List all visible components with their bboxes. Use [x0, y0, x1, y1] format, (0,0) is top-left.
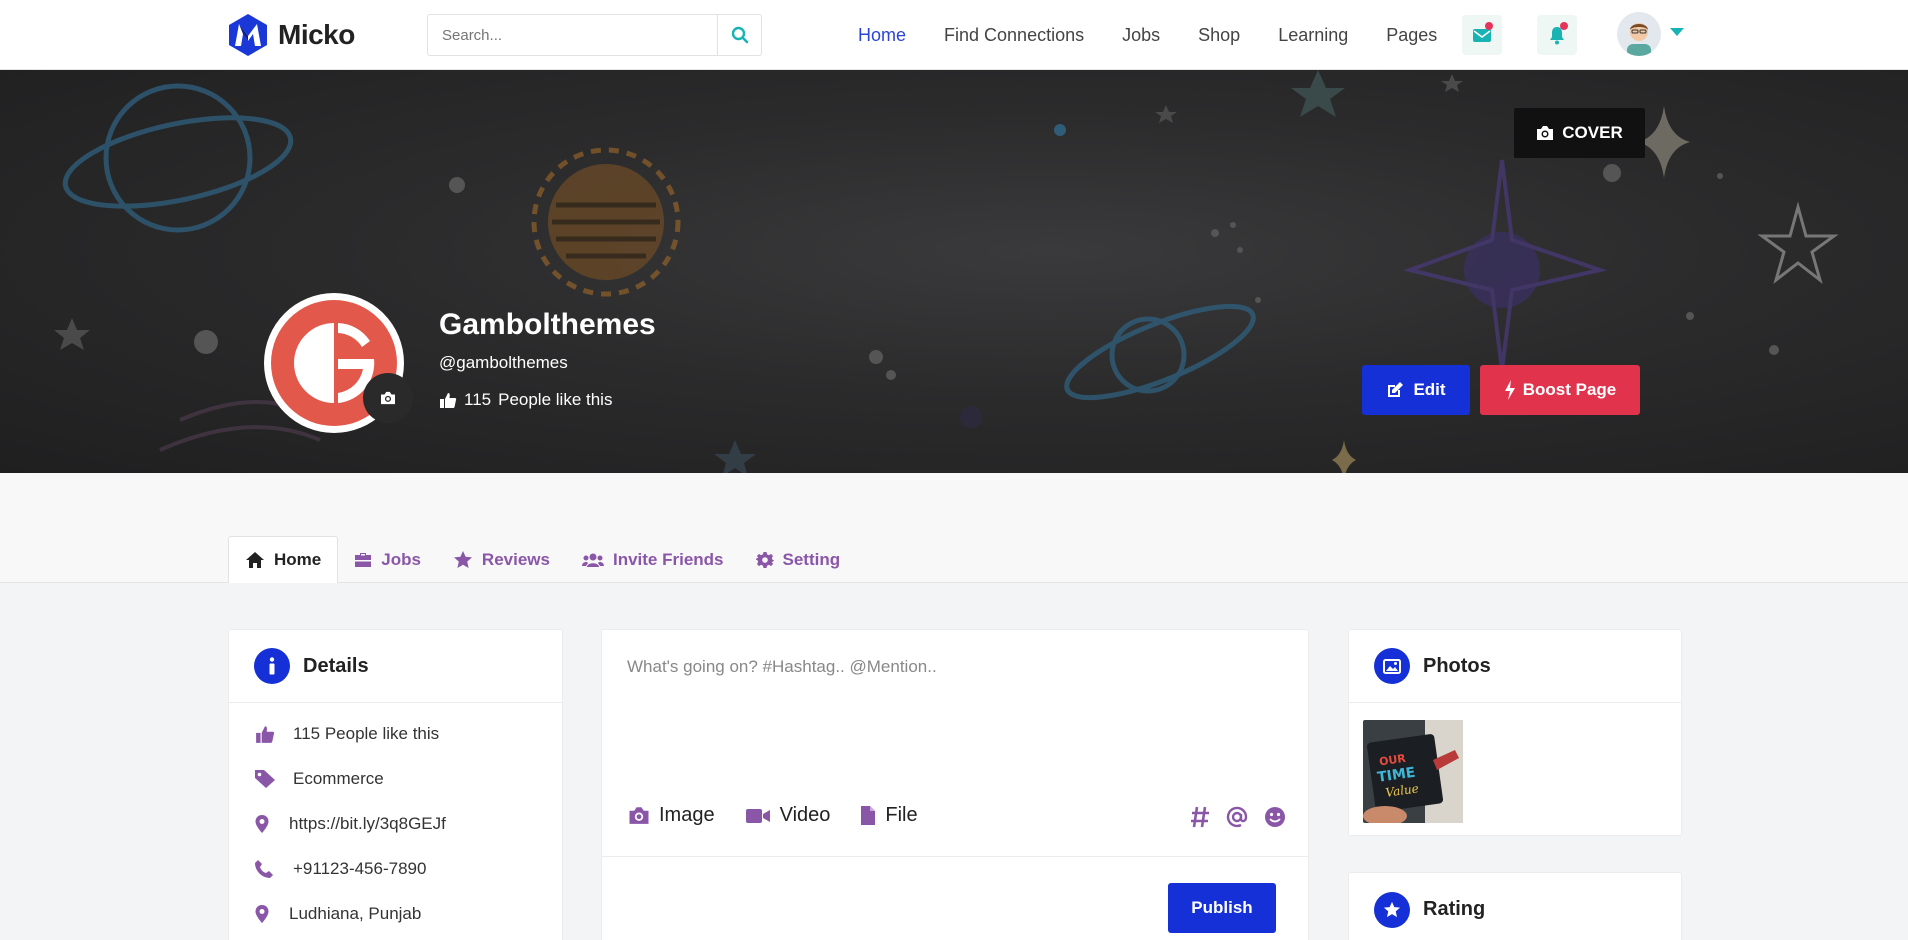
star-icon: [453, 551, 472, 568]
change-profile-picture-button[interactable]: [363, 373, 413, 423]
nav-shop[interactable]: Shop: [1198, 25, 1240, 46]
unread-dot: [1485, 22, 1493, 30]
detail-row-likes: 115 People like this: [229, 711, 562, 756]
map-pin-icon: [255, 904, 269, 923]
camera-icon: [1537, 126, 1554, 140]
video-icon: [745, 808, 770, 823]
nav-home[interactable]: Home: [858, 25, 906, 46]
micko-logo-icon: [229, 14, 267, 56]
users-icon: [581, 553, 604, 567]
details-card-header: Details: [229, 630, 562, 703]
cover-button-label: COVER: [1562, 123, 1623, 142]
composer-divider: [602, 856, 1308, 857]
nav-pages[interactable]: Pages: [1386, 25, 1437, 46]
tab-setting[interactable]: Setting: [740, 536, 857, 583]
search-input[interactable]: [428, 15, 717, 55]
rating-title: Rating: [1423, 898, 1486, 920]
briefcase-icon: [355, 552, 372, 567]
boost-label: Boost Page: [1522, 380, 1617, 399]
camera-icon: [629, 807, 649, 824]
detail-text: +91123-456-7890: [293, 858, 427, 878]
thumbs-up-icon: [440, 393, 457, 408]
unread-dot: [1560, 22, 1568, 30]
rating-card-header: Rating: [1349, 873, 1681, 940]
photo-thumbnail[interactable]: OUR TIME Value: [1363, 720, 1463, 823]
detail-text: Ecommerce: [293, 768, 384, 788]
photos-card: Photos OUR TIME Value: [1348, 629, 1682, 836]
user-avatar[interactable]: [1617, 12, 1661, 56]
detail-row-link[interactable]: https://bit.ly/3q8GEJf: [229, 801, 562, 846]
app-name: Micko: [278, 19, 355, 50]
mention-icon[interactable]: [1226, 806, 1248, 828]
tab-invite-friends[interactable]: Invite Friends: [566, 536, 740, 583]
page-likes: 115 People like this: [439, 390, 612, 410]
details-title: Details: [303, 654, 369, 677]
rating-card: Rating: [1348, 872, 1682, 940]
tab-jobs[interactable]: Jobs: [338, 536, 437, 583]
app-logo[interactable]: Micko: [226, 13, 355, 57]
detail-link[interactable]: https://bit.ly/3q8GEJf: [289, 814, 446, 834]
detail-text: 115 People like this: [293, 723, 440, 743]
tab-home[interactable]: Home: [228, 536, 339, 583]
publish-button[interactable]: Publish: [1168, 883, 1276, 933]
detail-row-location: Ludhiana, Punjab: [229, 891, 562, 936]
add-file-button[interactable]: File: [860, 804, 918, 827]
photos-card-header: Photos: [1349, 630, 1681, 703]
home-icon: [246, 552, 264, 568]
search-bar: [427, 14, 762, 56]
edit-page-button[interactable]: Edit: [1362, 365, 1470, 415]
map-pin-icon: [255, 814, 269, 833]
notifications-button[interactable]: [1537, 15, 1577, 55]
nav-find-connections[interactable]: Find Connections: [944, 25, 1084, 46]
post-extra-tools: [1190, 806, 1286, 828]
info-icon: [254, 648, 290, 684]
hashtag-icon[interactable]: [1190, 806, 1210, 828]
details-card: Details 115 People like this Ecommerce h…: [228, 629, 563, 940]
gear-icon: [755, 551, 774, 568]
post-input[interactable]: What's going on? #Hashtag.. @Mention..: [627, 657, 937, 677]
tab-reviews[interactable]: Reviews: [437, 536, 566, 583]
edit-icon: [1388, 382, 1404, 397]
main-menu: Home Find Connections Jobs Shop Learning…: [858, 0, 1475, 70]
user-menu-caret-icon[interactable]: [1670, 28, 1684, 36]
photo-image: OUR TIME Value: [1363, 720, 1463, 823]
detail-text: Ludhiana, Punjab: [289, 903, 422, 923]
post-composer-card: What's going on? #Hashtag.. @Mention.. I…: [601, 629, 1309, 940]
phone-icon: [255, 859, 273, 878]
photos-title: Photos: [1423, 654, 1491, 677]
bolt-icon: [1504, 380, 1515, 400]
detail-row-phone: +91123-456-7890: [229, 846, 562, 891]
messages-button[interactable]: [1462, 15, 1502, 55]
page-tabs-bar: Home Jobs Reviews Invite Friends Setting: [0, 473, 1908, 583]
emoji-icon[interactable]: [1264, 806, 1286, 828]
change-cover-button[interactable]: COVER: [1514, 108, 1645, 158]
likes-count: 115: [464, 390, 492, 409]
add-image-button[interactable]: Image: [628, 804, 715, 827]
image-icon: [1374, 648, 1410, 684]
boost-page-button[interactable]: Boost Page: [1480, 365, 1640, 415]
top-navbar: Micko Home Find Connections Jobs Shop Le…: [0, 0, 1908, 70]
likes-label: People like this: [498, 390, 613, 409]
camera-icon: [381, 391, 395, 405]
page-tabs: Home Jobs Reviews Invite Friends Setting: [228, 536, 856, 583]
detail-row-category: Ecommerce: [229, 756, 562, 801]
post-attachment-tools: Image Video File: [628, 804, 918, 827]
file-icon: [861, 806, 876, 825]
edit-label: Edit: [1413, 380, 1446, 399]
nav-learning[interactable]: Learning: [1278, 25, 1348, 46]
tag-icon: [255, 769, 275, 788]
avatar-image: [1617, 12, 1661, 56]
star-icon: [1374, 891, 1410, 928]
details-list: 115 People like this Ecommerce https://b…: [229, 703, 562, 936]
page-title: Gambolthemes: [439, 308, 656, 341]
search-icon: [731, 26, 748, 44]
cover-banner: COVER Gambolthemes @gambolthemes 115 Peo…: [0, 70, 1908, 473]
add-video-button[interactable]: Video: [745, 804, 830, 827]
nav-jobs[interactable]: Jobs: [1122, 25, 1160, 46]
search-button[interactable]: [717, 15, 761, 55]
thumbs-up-icon: [256, 725, 275, 743]
page-handle: @gambolthemes: [439, 353, 568, 372]
